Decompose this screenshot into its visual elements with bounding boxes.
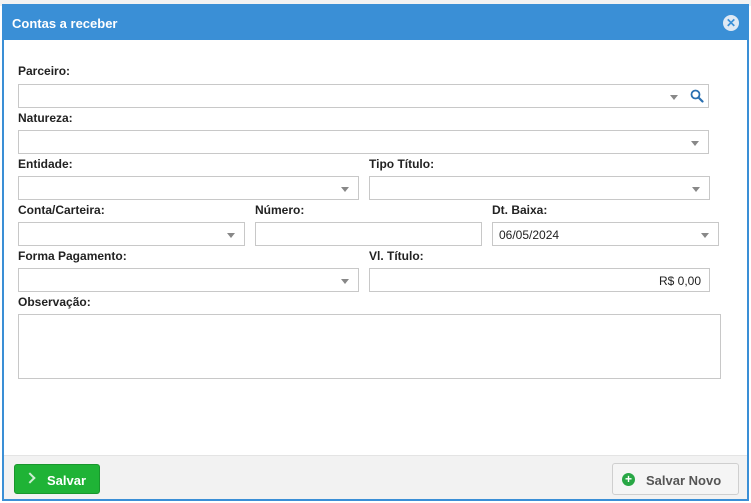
dialog-title: Contas a receber [12,16,118,31]
save-button-label: Salvar [47,473,87,488]
chevron-down-icon[interactable] [701,233,709,238]
tipo-titulo-label: Tipo Título: [369,157,435,171]
entidade-select[interactable] [18,176,359,200]
parceiro-label: Parceiro: [18,64,71,78]
dt-baixa-select[interactable]: 06/05/2024 [492,222,719,246]
dialog-titlebar: Contas a receber ✕ [4,6,747,40]
vl-titulo-input[interactable]: R$ 0,00 [369,268,710,292]
tipo-titulo-select[interactable] [369,176,710,200]
dialog-footer: Salvar + Salvar Novo [4,455,747,499]
conta-carteira-select[interactable] [18,222,245,246]
parceiro-select[interactable] [18,84,709,108]
search-icon[interactable] [690,89,704,103]
natureza-select[interactable] [18,130,709,154]
natureza-label: Natureza: [18,111,73,125]
chevron-down-icon[interactable] [341,187,349,192]
save-button[interactable]: Salvar [14,464,100,494]
chevron-right-icon [24,472,36,484]
plus-circle-icon: + [622,473,635,486]
save-new-button[interactable]: + Salvar Novo [612,463,739,495]
dt-baixa-value: 06/05/2024 [499,228,560,242]
forma-pagamento-select[interactable] [18,268,359,292]
numero-label: Número: [255,203,305,217]
save-new-button-label: Salvar Novo [646,473,722,488]
chevron-down-icon[interactable] [670,95,678,100]
close-icon[interactable]: ✕ [723,15,739,31]
dt-baixa-label: Dt. Baixa: [492,203,548,217]
chevron-down-icon[interactable] [692,187,700,192]
observacao-textarea[interactable] [18,314,721,379]
entidade-label: Entidade: [18,157,73,171]
conta-carteira-label: Conta/Carteira: [18,203,105,217]
forma-pagamento-label: Forma Pagamento: [18,249,127,263]
vl-titulo-value: R$ 0,00 [658,274,701,288]
vl-titulo-label: Vl. Título: [369,249,424,263]
chevron-down-icon[interactable] [227,233,235,238]
contas-a-receber-dialog: Contas a receber ✕ Parceiro: Natureza: E… [2,4,749,501]
numero-input[interactable] [255,222,482,246]
observacao-label: Observação: [18,295,91,309]
chevron-down-icon[interactable] [341,279,349,284]
chevron-down-icon[interactable] [691,141,699,146]
